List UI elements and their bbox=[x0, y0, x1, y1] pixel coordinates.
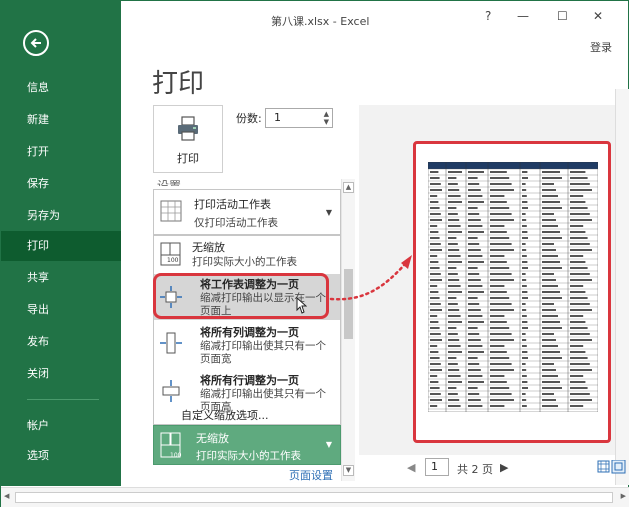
prev-page-icon[interactable]: ◀ bbox=[407, 461, 415, 474]
scroll-left-icon[interactable]: ◀ bbox=[4, 492, 9, 500]
scroll-right-icon[interactable]: ▶ bbox=[621, 492, 626, 500]
page-total: 共 2 页 bbox=[457, 463, 493, 476]
show-margins-icon[interactable] bbox=[597, 460, 610, 473]
pointer-arrow-icon bbox=[329, 255, 412, 301]
preview-scrollbar[interactable] bbox=[615, 89, 629, 485]
page-number-input[interactable]: 1 bbox=[425, 458, 449, 476]
zoom-icons bbox=[597, 460, 626, 474]
horizontal-scrollbar[interactable]: ◀ ▶ bbox=[1, 487, 629, 507]
next-page-icon[interactable]: ▶ bbox=[500, 461, 508, 474]
excel-backstage-window: 信息 新建 打开 保存 另存为 打印 共享 导出 发布 关闭 帐户 选项 第八课… bbox=[0, 0, 629, 507]
horizontal-scroll-track[interactable] bbox=[15, 492, 613, 503]
zoom-to-page-icon[interactable] bbox=[611, 460, 626, 474]
